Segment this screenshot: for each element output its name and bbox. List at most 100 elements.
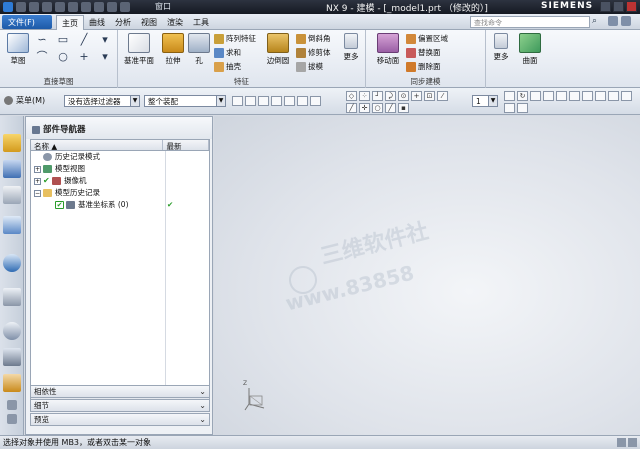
graphics-window[interactable]: 三维软件社 www.83858 Z — [214, 116, 640, 435]
delete-face-button[interactable]: 删除面 — [406, 61, 441, 72]
shell-button[interactable]: 抽壳 — [214, 61, 241, 72]
existing-point-icon[interactable]: + — [411, 91, 422, 101]
expand-icon[interactable]: + — [34, 166, 41, 173]
tab-home[interactable]: 主页 — [56, 15, 84, 30]
repeat-icon[interactable] — [94, 2, 104, 12]
switch-window-icon[interactable] — [120, 2, 130, 12]
face-point-icon[interactable]: ▪ — [398, 103, 409, 113]
system-materials-icon[interactable] — [3, 348, 21, 366]
intersection-icon[interactable]: ✛ — [359, 103, 370, 113]
select-edge-icon[interactable] — [271, 96, 282, 106]
quadrant-icon[interactable]: ⊡ — [424, 91, 435, 101]
tab-tools[interactable]: 工具 — [188, 15, 214, 30]
tree-row-model-history[interactable]: − 模型历史记录 — [31, 187, 209, 199]
web-browser-icon[interactable] — [3, 254, 21, 272]
rectangle-icon[interactable]: ▭ — [55, 33, 71, 47]
more-sketch-dropdown-icon[interactable]: ▾ — [97, 33, 113, 47]
tab-curve[interactable]: 曲线 — [84, 15, 110, 30]
view-orient-icon[interactable]: ◇ — [346, 91, 357, 101]
trim-body-button[interactable]: 修剪体 — [296, 47, 331, 58]
status-resize-icon[interactable] — [628, 438, 637, 447]
tab-render[interactable]: 渲染 — [162, 15, 188, 30]
tree-row-model-views[interactable]: + 模型视图 — [31, 163, 209, 175]
unite-button[interactable]: 求和 — [214, 47, 241, 58]
datum-plane-button[interactable]: 基准平面 — [122, 33, 156, 66]
line-icon[interactable]: ╱ — [76, 33, 92, 47]
arc-center-icon[interactable]: ○ — [372, 103, 383, 113]
surface-button[interactable]: 曲面 — [516, 33, 544, 66]
file-menu-button[interactable]: 文件(F) — [2, 15, 52, 29]
curve-snap-icon[interactable]: ⤸ — [385, 91, 396, 101]
zoom-icon[interactable] — [530, 91, 541, 101]
type-filter-select[interactable]: 没有选择过滤器 ▼ — [64, 95, 140, 107]
tree-row-cameras[interactable]: + ✔ 摄像机 — [31, 175, 209, 187]
selection-scope-select[interactable]: 整个装配 ▼ — [144, 95, 226, 107]
chamfer-button[interactable]: 倒斜角 — [296, 33, 331, 44]
close-button[interactable] — [626, 1, 637, 12]
navigator-pin-icon[interactable] — [32, 125, 40, 134]
window-menu[interactable]: 窗口 — [155, 1, 171, 12]
select-feature-icon[interactable] — [245, 96, 256, 106]
point-snap-icon[interactable]: ⁘ — [359, 91, 370, 101]
offset-region-button[interactable]: 偏置区域 — [406, 33, 448, 44]
wcs-icon[interactable] — [595, 91, 606, 101]
constraint-navigator-icon[interactable] — [3, 160, 21, 178]
checkbox-icon[interactable]: ✔ — [55, 201, 64, 209]
tangent-icon[interactable]: ╱ — [385, 103, 396, 113]
pattern-feature-button[interactable]: 阵列特征 — [214, 33, 256, 44]
select-body-icon[interactable] — [297, 96, 308, 106]
select-curve-icon[interactable] — [284, 96, 295, 106]
hole-button[interactable]: 孔 — [188, 33, 210, 66]
draft-button[interactable]: 拔模 — [296, 61, 323, 72]
clock-icon[interactable] — [3, 322, 21, 340]
orient-icon[interactable] — [569, 91, 580, 101]
arrow-icon[interactable]: ╱ — [346, 103, 357, 113]
move-face-button[interactable]: 移动面 — [372, 33, 404, 66]
main-menu-button[interactable]: 菜单(M) — [4, 95, 45, 106]
expand-icon[interactable]: + — [34, 178, 41, 185]
status-toggle-icon[interactable] — [617, 438, 626, 447]
reuse-library-icon[interactable] — [3, 216, 21, 234]
arc-icon[interactable]: ⌒ — [34, 50, 50, 64]
select-face-icon[interactable] — [258, 96, 269, 106]
copy-icon[interactable] — [68, 2, 78, 12]
center-snap-icon[interactable]: ⊙ — [398, 91, 409, 101]
assembly-navigator-icon[interactable] — [3, 134, 21, 152]
pan-icon[interactable] — [608, 91, 619, 101]
more-sync-button[interactable]: 更多 — [490, 33, 512, 62]
touch-mode-icon[interactable] — [107, 2, 117, 12]
point-icon[interactable]: + — [76, 50, 92, 64]
edge-blend-button[interactable]: 边倒圆 — [264, 33, 292, 66]
cut-icon[interactable] — [55, 2, 65, 12]
help-icon[interactable] — [608, 16, 618, 26]
rotate-view-icon[interactable]: ↻ — [517, 91, 528, 101]
ribbon-options-icon[interactable] — [621, 16, 631, 26]
layer-settings-icon[interactable] — [517, 103, 528, 113]
preview-panel-header[interactable]: 预览 ⌄ — [30, 413, 210, 426]
circle-icon[interactable]: ○ — [55, 50, 71, 64]
section-icon[interactable] — [582, 91, 593, 101]
minimize-button[interactable] — [600, 1, 611, 12]
replace-face-button[interactable]: 替换面 — [406, 47, 441, 58]
sketch-more-icon[interactable]: ▾ — [97, 50, 113, 64]
scroll-up-icon[interactable] — [7, 400, 17, 410]
search-icon[interactable]: ⌕ — [592, 16, 604, 28]
control-point-icon[interactable]: ⁄ — [437, 91, 448, 101]
restore-button[interactable] — [613, 1, 624, 12]
layer-select[interactable]: 1 ▼ — [472, 95, 498, 107]
part-navigator-icon[interactable] — [3, 186, 21, 204]
tab-view[interactable]: 视图 — [136, 15, 162, 30]
show-hide-icon[interactable] — [504, 103, 515, 113]
tree-row-history-mode[interactable]: 历史记录模式 — [31, 151, 209, 163]
redo-icon[interactable] — [42, 2, 52, 12]
deselect-icon[interactable] — [310, 96, 321, 106]
render-style-icon[interactable] — [543, 91, 554, 101]
fit-view-icon[interactable] — [504, 91, 515, 101]
history-icon[interactable] — [3, 288, 21, 306]
roles-icon[interactable] — [3, 374, 21, 392]
command-search-input[interactable]: 查找命令 — [470, 16, 590, 28]
tree-row-datum-csys[interactable]: ✔ 基准坐标系 (0) ✔ — [31, 199, 209, 211]
scroll-down-icon[interactable] — [7, 414, 17, 424]
column-header-newest[interactable]: 最新 — [163, 140, 209, 151]
endpoint-icon[interactable]: ┘ — [372, 91, 383, 101]
